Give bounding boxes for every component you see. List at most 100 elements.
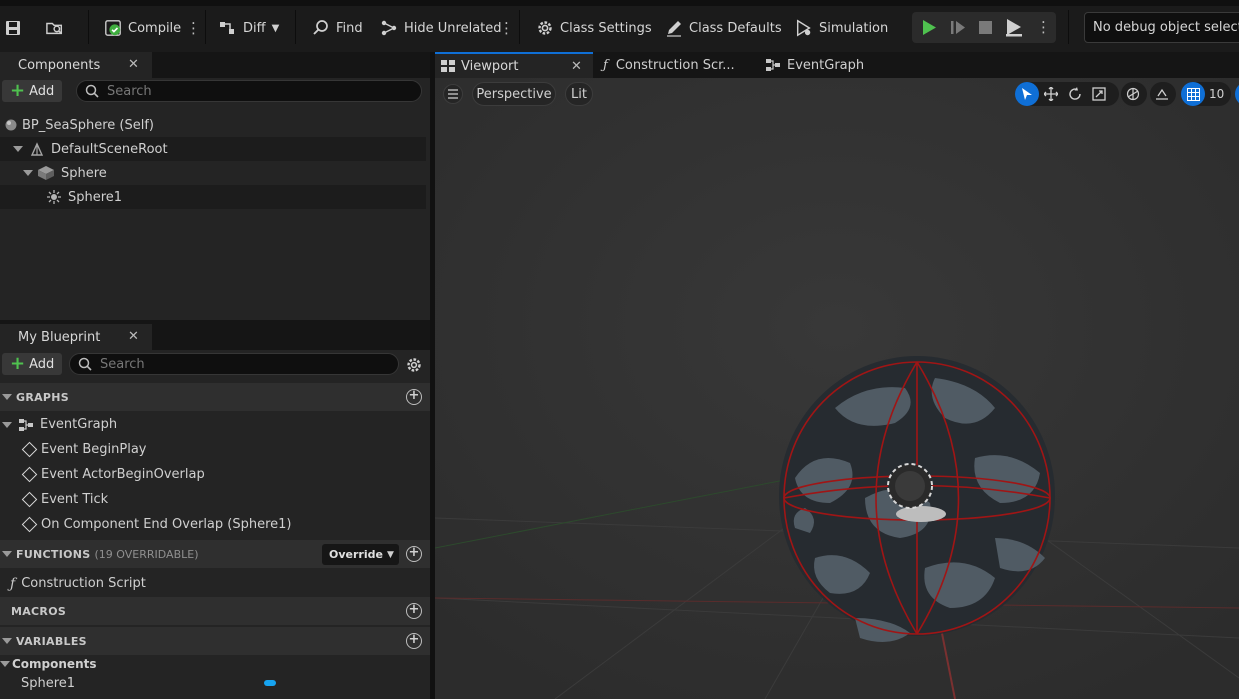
- class-defaults-button[interactable]: Class Defaults: [665, 14, 782, 42]
- add-function-icon[interactable]: +: [406, 546, 422, 562]
- graphs-section-header[interactable]: GRAPHS +: [0, 383, 430, 411]
- compile-button[interactable]: Compile: [104, 14, 181, 42]
- browse-button[interactable]: [46, 14, 64, 42]
- close-icon[interactable]: ✕: [128, 57, 139, 72]
- add-component-button[interactable]: + Add: [2, 80, 63, 102]
- tab-components[interactable]: Components ✕: [0, 52, 152, 78]
- diff-icon: [220, 22, 234, 34]
- scale-tool[interactable]: [1087, 82, 1111, 106]
- components-tab-label: Components: [18, 57, 101, 73]
- viewport[interactable]: Perspective Lit 10: [435, 78, 1239, 699]
- actor-icon: [5, 119, 17, 131]
- event-graph-item[interactable]: EventGraph: [0, 412, 117, 437]
- variable-item[interactable]: Sphere1: [21, 671, 281, 695]
- viewport-tab-label: Viewport: [461, 58, 519, 74]
- tab-construction-script[interactable]: ƒ Construction Scr...: [603, 52, 735, 78]
- expand-arrow-icon[interactable]: [2, 421, 12, 428]
- my-blueprint-panel: + Add Search GRAPHS + EventGraph Event B…: [0, 350, 430, 699]
- surface-snap-button[interactable]: [1150, 82, 1176, 106]
- macros-header-label: MACROS: [11, 604, 67, 618]
- static-mesh-icon: [38, 166, 54, 180]
- world-space-tool[interactable]: [1121, 82, 1145, 106]
- diff-button[interactable]: Diff ▼: [219, 14, 279, 42]
- find-options-button[interactable]: ⋮: [499, 14, 514, 42]
- debug-object-dropdown[interactable]: No debug object selected: [1084, 12, 1239, 43]
- add-graph-icon[interactable]: +: [406, 389, 422, 405]
- components-search-input[interactable]: Search: [76, 80, 422, 102]
- viewport-options-button[interactable]: [443, 84, 463, 104]
- compile-options-button[interactable]: ⋮: [186, 14, 201, 42]
- variables-section-header[interactable]: VARIABLES +: [0, 627, 430, 655]
- close-icon[interactable]: ✕: [128, 329, 139, 344]
- event-label: Event Tick: [41, 492, 109, 507]
- stop-icon[interactable]: [978, 20, 993, 35]
- event-graph-label: EventGraph: [40, 417, 118, 432]
- expand-arrow-icon[interactable]: [23, 170, 33, 176]
- hide-unrelated-button[interactable]: Hide Unrelated: [380, 14, 502, 42]
- hide-unrelated-label: Hide Unrelated: [404, 20, 502, 36]
- simulation-button[interactable]: Simulation: [795, 14, 888, 42]
- save-icon: [6, 21, 20, 35]
- expand-arrow-icon[interactable]: [2, 638, 12, 644]
- close-icon[interactable]: ✕: [571, 59, 582, 74]
- grid-snap-toggle[interactable]: [1181, 82, 1205, 106]
- expand-arrow-icon[interactable]: [0, 661, 10, 667]
- perspective-button[interactable]: Perspective: [472, 82, 556, 106]
- play-options-button[interactable]: ⋮: [1036, 18, 1051, 36]
- add-label: Add: [29, 83, 55, 99]
- tab-viewport[interactable]: Viewport ✕: [435, 52, 593, 78]
- folder-search-icon: [46, 22, 63, 35]
- play-icon[interactable]: [921, 19, 937, 36]
- expand-arrow-icon[interactable]: [13, 146, 23, 152]
- translate-tool[interactable]: [1039, 82, 1063, 106]
- my-blueprint-tab-label: My Blueprint: [18, 329, 101, 345]
- event-graph-icon: [19, 418, 33, 431]
- event-item[interactable]: Event BeginPlay: [21, 437, 147, 462]
- construction-script-item[interactable]: ƒ Construction Script: [10, 571, 146, 596]
- functions-section-header[interactable]: FUNCTIONS (19 OVERRIDABLE) Override ▼ +: [0, 540, 430, 568]
- eject-icon[interactable]: [1005, 18, 1023, 37]
- event-icon: [21, 491, 38, 508]
- find-button[interactable]: Find: [312, 14, 363, 42]
- event-item[interactable]: Event Tick: [21, 487, 109, 512]
- tab-event-graph[interactable]: EventGraph: [765, 52, 864, 78]
- step-forward-icon[interactable]: [950, 19, 966, 36]
- select-tool[interactable]: [1015, 82, 1039, 106]
- find-label: Find: [336, 20, 363, 36]
- event-item[interactable]: Event ActorBeginOverlap: [21, 462, 205, 487]
- toolbar-divider: [205, 10, 206, 44]
- lit-button[interactable]: Lit: [565, 82, 593, 106]
- grid-snap-value[interactable]: 10: [1209, 87, 1224, 101]
- add-macro-icon[interactable]: +: [406, 603, 422, 619]
- search-placeholder: Search: [107, 83, 152, 99]
- macros-section-header[interactable]: MACROS +: [0, 597, 430, 625]
- override-dropdown[interactable]: Override ▼: [322, 544, 399, 565]
- grid-icon: [1186, 87, 1200, 101]
- tree-item-sphere1[interactable]: Sphere1: [0, 185, 426, 209]
- toolbar-divider: [1068, 10, 1069, 44]
- tab-my-blueprint[interactable]: My Blueprint ✕: [0, 324, 152, 350]
- blueprint-search-input[interactable]: Search: [69, 353, 399, 375]
- tree-label: BP_SeaSphere (Self): [22, 117, 154, 133]
- world-axes-icon: [1126, 87, 1140, 101]
- surface-snap-tool[interactable]: [1150, 82, 1174, 106]
- tree-item-sphere[interactable]: Sphere: [0, 161, 426, 185]
- expand-arrow-icon[interactable]: [2, 551, 12, 557]
- add-label: Add: [29, 356, 55, 372]
- tree-item-self[interactable]: BP_SeaSphere (Self): [0, 113, 430, 137]
- add-member-button[interactable]: + Add: [2, 353, 63, 375]
- event-item[interactable]: On Component End Overlap (Sphere1): [21, 512, 292, 537]
- add-variable-icon[interactable]: +: [406, 633, 422, 649]
- expand-arrow-icon[interactable]: [2, 394, 12, 400]
- search-icon: [85, 84, 99, 98]
- rotate-tool[interactable]: [1063, 82, 1087, 106]
- tree-item-defaultsceneroot[interactable]: DefaultSceneRoot: [0, 137, 426, 161]
- gear-icon[interactable]: [405, 356, 423, 374]
- plus-icon: +: [10, 353, 26, 374]
- graphs-header-label: GRAPHS: [16, 390, 70, 404]
- variable-type-pill: [264, 680, 276, 686]
- coordinate-space-button[interactable]: [1121, 82, 1147, 106]
- class-settings-button[interactable]: Class Settings: [536, 14, 652, 42]
- save-button[interactable]: [4, 14, 22, 42]
- event-label: Event BeginPlay: [41, 442, 147, 457]
